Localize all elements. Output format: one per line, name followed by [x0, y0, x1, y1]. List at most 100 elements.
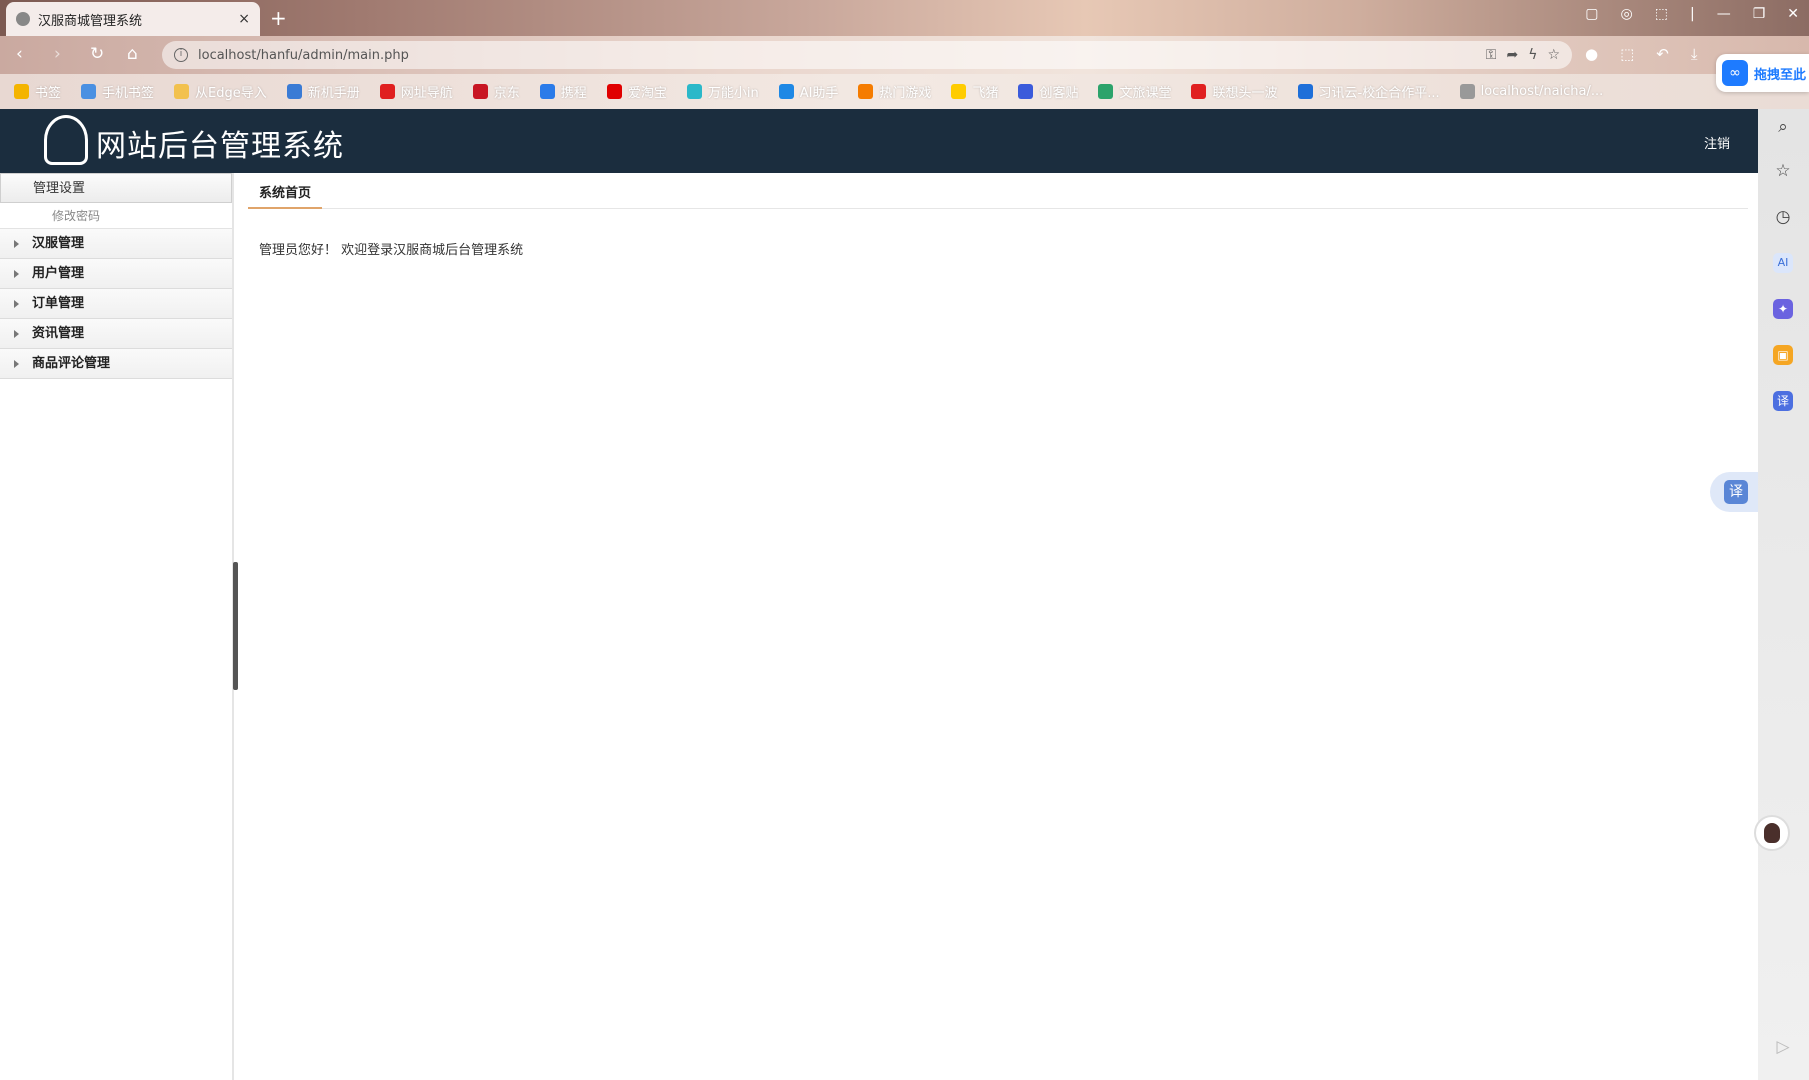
tab-search-icon[interactable]: ▢: [1585, 6, 1598, 22]
back-icon[interactable]: ‹: [16, 44, 23, 64]
reload-icon[interactable]: ↻: [90, 44, 104, 64]
bookmark-item[interactable]: 习讯云-校企合作平...: [1297, 82, 1440, 101]
extensions-icon[interactable]: ⬚: [1655, 6, 1668, 22]
profile-icon[interactable]: ●: [1585, 45, 1598, 63]
sidebar-item-news[interactable]: 资讯管理: [0, 319, 232, 349]
history-clock-icon[interactable]: ◷: [1773, 207, 1793, 227]
bookmark-label: 爱淘宝: [627, 86, 667, 101]
floating-translate[interactable]: 译: [1710, 472, 1758, 512]
bookmark-item[interactable]: 万能小in: [686, 82, 759, 101]
site-title: 网站后台管理系统: [96, 129, 344, 164]
baidu-drop-label: 拖拽至此: [1754, 67, 1807, 83]
forward-icon[interactable]: ›: [54, 44, 61, 64]
undo-icon[interactable]: ↶: [1656, 45, 1669, 63]
url-omnibox[interactable]: i localhost/hanfu/admin/main.php ⚿ ➦ ϟ ☆: [162, 41, 1572, 69]
restore-icon[interactable]: ❐: [1753, 6, 1766, 22]
baidu-netdisk-icon: ∞: [1722, 60, 1748, 86]
collections-icon[interactable]: ◎: [1621, 6, 1633, 22]
tab-close-icon[interactable]: ×: [238, 11, 250, 27]
sidebar-item-label: 资讯管理: [32, 326, 85, 341]
avatar-face-icon: [1764, 823, 1780, 843]
close-window-icon[interactable]: ✕: [1787, 6, 1799, 22]
bookmark-label: 京东: [493, 86, 520, 101]
sidebar-item-users[interactable]: 用户管理: [0, 259, 232, 289]
favorite-star-icon[interactable]: ☆: [1547, 47, 1560, 63]
home-icon[interactable]: ⌂: [127, 44, 138, 64]
collapse-sidebar-icon[interactable]: ▷: [1773, 1037, 1793, 1057]
site-logo-icon: [44, 115, 88, 165]
bookmark-item[interactable]: 书签: [14, 82, 61, 101]
browser-tab-active[interactable]: 汉服商城管理系统 ×: [6, 2, 260, 36]
bookmark-label: 创客贴: [1039, 86, 1079, 101]
tab-system-home[interactable]: 系统首页: [248, 181, 323, 209]
bookmark-favicon-icon: [1018, 84, 1034, 99]
bookmark-favicon-icon: [858, 84, 874, 99]
site-info-icon[interactable]: i: [174, 48, 188, 62]
bookmark-favicon-icon: [1459, 84, 1475, 99]
bookmark-favicon-icon: [81, 84, 97, 99]
translate-icon[interactable]: 译: [1773, 391, 1793, 411]
url-text[interactable]: localhost/hanfu/admin/main.php: [198, 48, 1476, 63]
assistant-avatar[interactable]: [1754, 815, 1790, 851]
sidebar-item-label: 汉服管理: [32, 236, 85, 251]
sidebar-item-change-password[interactable]: 修改密码: [0, 203, 232, 229]
bookmark-item[interactable]: 联想头一波: [1191, 82, 1278, 101]
bookmark-item[interactable]: 京东: [472, 82, 520, 101]
sidebar-item-label: 用户管理: [32, 266, 85, 281]
sidebar-item-reviews[interactable]: 商品评论管理: [0, 349, 232, 379]
bookmark-item[interactable]: 文旅课堂: [1098, 82, 1171, 101]
bookmark-item[interactable]: 热门游戏: [858, 82, 931, 101]
bookmark-item[interactable]: 飞猪: [951, 82, 998, 101]
bookmark-favicon-icon: [539, 84, 555, 99]
search-icon[interactable]: ⌕: [1773, 117, 1793, 137]
welcome-message: 管理员您好！ 欢迎登录汉服商城后台管理系统: [259, 243, 524, 258]
bookmark-item[interactable]: AI助手: [778, 82, 839, 101]
splitter-drag-handle[interactable]: [233, 562, 238, 690]
bookmark-item[interactable]: 从Edge导入: [174, 82, 267, 101]
bookmarks-bar: 书签 手机书签 从Edge导入 新机手册 网址导航 京东 携程 爱淘宝 万能小in AI助手 热门游…: [0, 74, 1809, 109]
bookmark-label: 联想头一波: [1212, 86, 1278, 101]
bookmark-favicon-icon: [951, 84, 967, 99]
browser-tab-bar: 汉服商城管理系统 × + ▢ ◎ ⬚ | — ❐ ✕: [0, 0, 1809, 36]
new-tab-button[interactable]: +: [270, 6, 287, 30]
bookmark-item[interactable]: 携程: [539, 82, 587, 101]
extension-puzzle-icon[interactable]: ⬚: [1620, 45, 1634, 63]
game-controller-icon[interactable]: ✦: [1773, 299, 1793, 319]
sidebar-item-hanfu[interactable]: 汉服管理: [0, 229, 232, 259]
baidu-netdisk-drop[interactable]: ∞ 拖拽至此: [1716, 54, 1809, 92]
sidebar-group-settings[interactable]: 管理设置: [0, 173, 232, 203]
caret-right-icon: [14, 330, 19, 338]
bookmark-label: 手机书签: [102, 86, 155, 101]
admin-header: 网站后台管理系统 注销: [0, 109, 1758, 173]
password-key-icon[interactable]: ⚿: [1486, 47, 1497, 63]
lightning-icon[interactable]: ϟ: [1528, 47, 1537, 63]
bookmark-favicon-icon: [686, 84, 702, 99]
bookmark-favicon-icon: [1098, 84, 1114, 99]
caret-right-icon: [14, 270, 19, 278]
sidebar-item-label: 订单管理: [32, 296, 85, 311]
bookmark-favicon-icon: [379, 84, 395, 99]
bookmark-item[interactable]: 爱淘宝: [606, 82, 667, 101]
share-icon[interactable]: ➦: [1506, 47, 1518, 63]
bookmark-item[interactable]: 手机书签: [81, 82, 154, 101]
toolbox-icon[interactable]: ▣: [1773, 345, 1793, 365]
download-icon[interactable]: ⤓: [1691, 45, 1698, 63]
bookmark-item[interactable]: localhost/naicha/...: [1459, 84, 1603, 99]
bookmark-item[interactable]: 网址导航: [379, 82, 453, 101]
favorites-star-icon[interactable]: ☆: [1773, 161, 1793, 181]
bookmark-favicon-icon: [286, 84, 302, 99]
sidebar-item-orders[interactable]: 订单管理: [0, 289, 232, 319]
bookmark-item[interactable]: 创客贴: [1018, 82, 1078, 101]
bookmark-favicon-icon: [472, 84, 488, 99]
caret-right-icon: [14, 360, 19, 368]
bookmark-favicon-icon: [778, 84, 794, 99]
ai-icon[interactable]: AI: [1773, 253, 1793, 273]
minimize-icon[interactable]: —: [1717, 6, 1731, 22]
browser-right-sidebar: ⌕ ☆ ◷ AI ✦ ▣ 译 ▷: [1758, 109, 1809, 1080]
bookmark-label: 飞猪: [972, 86, 999, 101]
address-bar-row: ‹ › ↻ ⌂ i localhost/hanfu/admin/main.php…: [0, 36, 1809, 74]
bookmark-label: 习讯云-校企合作平...: [1318, 86, 1440, 101]
bookmark-label: AI助手: [799, 86, 839, 101]
logout-link[interactable]: 注销: [1704, 133, 1730, 152]
bookmark-item[interactable]: 新机手册: [286, 82, 360, 101]
